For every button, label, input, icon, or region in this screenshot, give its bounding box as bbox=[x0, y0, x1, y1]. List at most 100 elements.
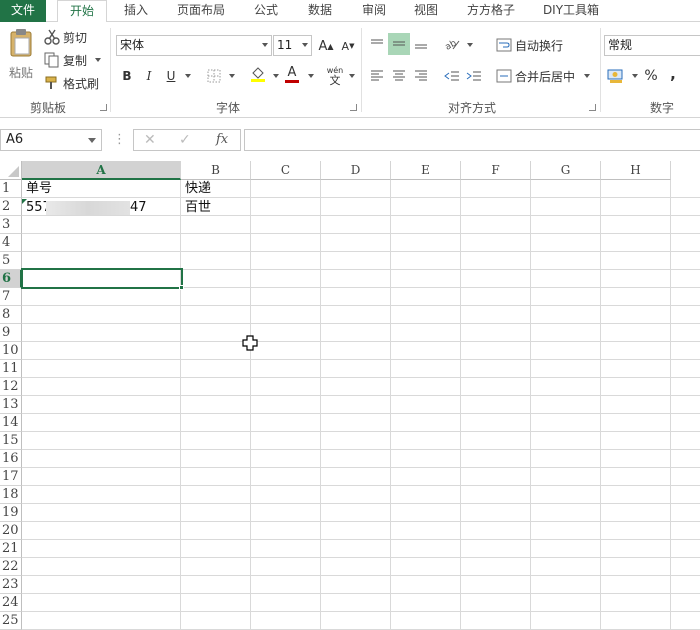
borders-dropdown-icon[interactable] bbox=[229, 74, 235, 78]
orientation-button[interactable]: ab bbox=[441, 33, 463, 55]
enter-icon[interactable]: ✓ bbox=[179, 132, 191, 148]
row-header-25[interactable]: 25 bbox=[0, 612, 22, 630]
cancel-icon[interactable]: ✕ bbox=[144, 132, 156, 148]
row-header-13[interactable]: 13 bbox=[0, 396, 22, 414]
align-middle-button[interactable] bbox=[388, 33, 410, 55]
row-header-14[interactable]: 14 bbox=[0, 414, 22, 432]
tab-diy-toolbox[interactable]: DIY工具箱 bbox=[533, 0, 609, 22]
orientation-dropdown-icon[interactable] bbox=[467, 43, 473, 47]
font-size-select[interactable]: 11 bbox=[273, 35, 312, 56]
row-header-8[interactable]: 8 bbox=[0, 306, 22, 324]
column-header-e[interactable]: E bbox=[391, 161, 461, 180]
tab-file[interactable]: 文件 bbox=[0, 0, 46, 22]
column-header-d[interactable]: D bbox=[321, 161, 391, 180]
row-header-4[interactable]: 4 bbox=[0, 234, 22, 252]
clipboard-launcher-icon[interactable] bbox=[100, 104, 107, 111]
row-header-23[interactable]: 23 bbox=[0, 576, 22, 594]
cell-b2[interactable]: 百世 bbox=[182, 199, 250, 217]
fill-color-dropdown-icon[interactable] bbox=[273, 74, 279, 78]
decrease-font-size-button[interactable]: A ▼ bbox=[337, 35, 359, 57]
fill-color-button[interactable] bbox=[247, 63, 269, 85]
tab-insert[interactable]: 插入 bbox=[113, 0, 159, 22]
format-painter-button[interactable]: 格式刷 bbox=[44, 74, 99, 92]
increase-font-size-button[interactable]: A ▲ bbox=[315, 35, 337, 57]
alignment-launcher-icon[interactable] bbox=[589, 104, 596, 111]
column-header-a[interactable]: A bbox=[22, 161, 181, 180]
row-header-7[interactable]: 7 bbox=[0, 288, 22, 306]
row-gridline bbox=[22, 539, 700, 540]
align-center-button[interactable] bbox=[388, 65, 410, 87]
column-header-h[interactable]: H bbox=[601, 161, 671, 180]
accounting-dropdown-icon[interactable] bbox=[632, 74, 638, 78]
row-header-16[interactable]: 16 bbox=[0, 450, 22, 468]
phonetic-dropdown-icon[interactable] bbox=[349, 74, 355, 78]
tab-page-layout[interactable]: 页面布局 bbox=[168, 0, 234, 22]
merge-center-button[interactable]: 合并后居中 bbox=[496, 66, 591, 86]
tab-review[interactable]: 审阅 bbox=[352, 0, 396, 22]
comma-button[interactable]: , bbox=[662, 63, 684, 85]
column-header-g[interactable]: G bbox=[531, 161, 601, 180]
percent-button[interactable]: % bbox=[640, 65, 662, 87]
row-header-17[interactable]: 17 bbox=[0, 468, 22, 486]
merge-dropdown-icon[interactable] bbox=[584, 74, 591, 78]
accounting-format-button[interactable] bbox=[605, 65, 627, 87]
column-header-c[interactable]: C bbox=[251, 161, 321, 180]
row-header-15[interactable]: 15 bbox=[0, 432, 22, 450]
number-format-select[interactable]: 常规 bbox=[604, 35, 700, 56]
tab-fangfang[interactable]: 方方格子 bbox=[458, 0, 524, 22]
row-header-3[interactable]: 3 bbox=[0, 216, 22, 234]
row-header-6[interactable]: 6 bbox=[0, 270, 22, 288]
font-color-button[interactable]: A bbox=[281, 63, 303, 85]
align-top-button[interactable] bbox=[366, 33, 388, 55]
decrease-indent-button[interactable] bbox=[441, 65, 463, 87]
cell-a2-suffix[interactable]: 47 bbox=[127, 199, 167, 217]
italic-button[interactable]: I bbox=[138, 65, 160, 87]
phonetic-button[interactable]: wén 文 bbox=[324, 63, 346, 89]
font-name-select[interactable]: 宋体 bbox=[116, 35, 272, 56]
name-box[interactable]: A6 bbox=[0, 129, 102, 151]
active-cell-border[interactable] bbox=[21, 268, 183, 289]
row-header-9[interactable]: 9 bbox=[0, 324, 22, 342]
font-color-dropdown-icon[interactable] bbox=[308, 74, 314, 78]
row-header-2[interactable]: 2 bbox=[0, 198, 22, 216]
row-header-5[interactable]: 5 bbox=[0, 252, 22, 270]
cell-a1[interactable]: 单号 bbox=[23, 180, 181, 198]
paste-button[interactable]: 粘贴 bbox=[4, 28, 38, 88]
row-header-18[interactable]: 18 bbox=[0, 486, 22, 504]
row-header-11[interactable]: 11 bbox=[0, 360, 22, 378]
underline-dropdown-icon[interactable] bbox=[185, 74, 191, 78]
formula-input[interactable] bbox=[244, 129, 700, 151]
row-header-10[interactable]: 10 bbox=[0, 342, 22, 360]
align-left-button[interactable] bbox=[366, 65, 388, 87]
select-all-corner[interactable] bbox=[0, 161, 22, 180]
row-header-22[interactable]: 22 bbox=[0, 558, 22, 576]
row-header-1[interactable]: 1 bbox=[0, 180, 22, 198]
tab-formulas[interactable]: 公式 bbox=[244, 0, 288, 22]
insert-function-icon[interactable]: fx bbox=[216, 132, 228, 147]
cell-b1[interactable]: 快递 bbox=[182, 180, 250, 198]
row-header-21[interactable]: 21 bbox=[0, 540, 22, 558]
wrap-text-button[interactable]: 自动换行 bbox=[496, 35, 563, 55]
align-bottom-button[interactable] bbox=[410, 33, 432, 55]
cut-button[interactable]: 剪切 bbox=[44, 28, 87, 46]
row-header-24[interactable]: 24 bbox=[0, 594, 22, 612]
row-header-12[interactable]: 12 bbox=[0, 378, 22, 396]
tab-home[interactable]: 开始 bbox=[57, 0, 107, 23]
row-header-19[interactable]: 19 bbox=[0, 504, 22, 522]
increase-indent-button[interactable] bbox=[463, 65, 485, 87]
font-launcher-icon[interactable] bbox=[350, 104, 357, 111]
fill-handle[interactable] bbox=[179, 285, 184, 290]
row-header-20[interactable]: 20 bbox=[0, 522, 22, 540]
copy-dropdown-icon[interactable] bbox=[95, 58, 102, 62]
bold-button[interactable]: B bbox=[116, 65, 138, 87]
formula-bar-menu-icon[interactable]: ⋮ bbox=[113, 132, 126, 147]
tab-view[interactable]: 视图 bbox=[404, 0, 448, 22]
borders-button[interactable] bbox=[203, 65, 225, 87]
align-right-button[interactable] bbox=[410, 65, 432, 87]
underline-button[interactable]: U bbox=[160, 65, 182, 87]
column-header-b[interactable]: B bbox=[181, 161, 251, 180]
spreadsheet-grid[interactable]: ABCDEFGH 1 2 3 4 5 6 7 8 9 10 11 12 13 14 15 16 17 18 19 20… bbox=[0, 161, 700, 630]
copy-button[interactable]: 复制 bbox=[44, 51, 102, 69]
tab-data[interactable]: 数据 bbox=[298, 0, 342, 22]
column-header-f[interactable]: F bbox=[461, 161, 531, 180]
